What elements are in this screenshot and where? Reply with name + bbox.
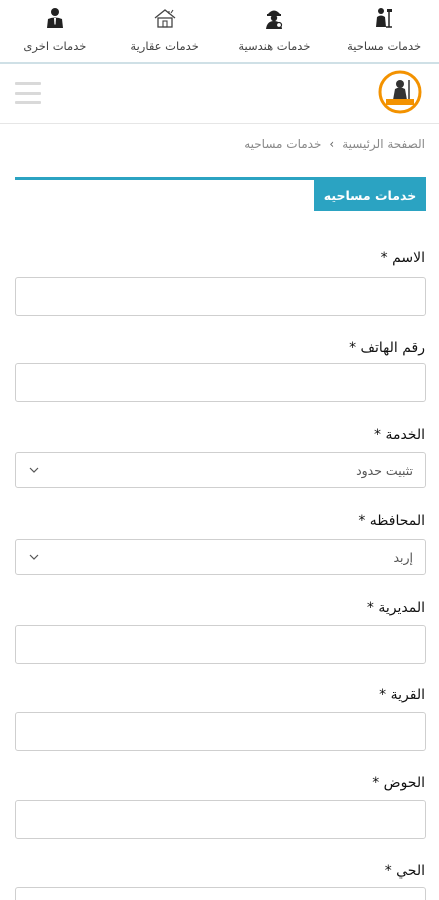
governorate-select[interactable]: إربد xyxy=(15,539,426,575)
governorate-select-value: إربد xyxy=(393,549,413,565)
village-input[interactable] xyxy=(15,712,426,751)
chevron-down-icon xyxy=(28,551,40,563)
site-header xyxy=(0,66,439,124)
service-select[interactable]: تثبيت حدود xyxy=(15,452,426,488)
breadcrumb: الصفحة الرئيسية › خدمات مساحيه xyxy=(14,135,425,153)
logo-icon[interactable] xyxy=(376,69,424,115)
breadcrumb-current: خدمات مساحيه xyxy=(244,137,322,151)
name-input[interactable] xyxy=(15,277,426,316)
service-surveying[interactable]: خدمات مساحية xyxy=(329,0,439,62)
house-icon xyxy=(153,6,177,30)
service-other[interactable]: خدمات اخرى xyxy=(0,0,110,62)
engineer-icon xyxy=(262,6,286,30)
directorate-input[interactable] xyxy=(15,625,426,664)
hamburger-menu-icon[interactable] xyxy=(15,82,41,104)
chevron-down-icon xyxy=(28,464,40,476)
service-engineering-label: خدمات هندسية xyxy=(238,39,311,53)
phone-input[interactable] xyxy=(15,363,426,402)
breadcrumb-home[interactable]: الصفحة الرئيسية xyxy=(342,137,425,151)
district-label: الحي * xyxy=(384,863,425,879)
governorate-label: المحافظه * xyxy=(358,513,425,529)
business-person-icon xyxy=(43,6,67,30)
basin-input[interactable] xyxy=(15,800,426,839)
basin-label: الحوض * xyxy=(372,775,425,791)
service-select-value: تثبيت حدود xyxy=(356,462,413,478)
service-realestate-label: خدمات عقارية xyxy=(130,39,199,53)
service-other-label: خدمات اخرى xyxy=(23,39,87,53)
district-input[interactable] xyxy=(15,887,426,900)
page: خدمات مساحية خدمات هندسية خدمات عقارية خ… xyxy=(0,0,439,900)
directorate-label: المديرية * xyxy=(366,600,425,616)
village-label: القرية * xyxy=(379,687,425,703)
service-label: الخدمة * xyxy=(374,427,425,443)
name-label: الاسم * xyxy=(380,250,425,266)
services-bar: خدمات مساحية خدمات هندسية خدمات عقارية خ… xyxy=(0,0,439,64)
service-surveying-label: خدمات مساحية xyxy=(347,39,422,53)
surveyor-icon xyxy=(372,6,396,30)
phone-label: رقم الهاتف * xyxy=(349,340,425,356)
section-title: خدمات مساحيه xyxy=(314,180,426,211)
service-engineering[interactable]: خدمات هندسية xyxy=(220,0,330,62)
breadcrumb-separator: › xyxy=(329,137,335,151)
service-realestate[interactable]: خدمات عقارية xyxy=(110,0,220,62)
